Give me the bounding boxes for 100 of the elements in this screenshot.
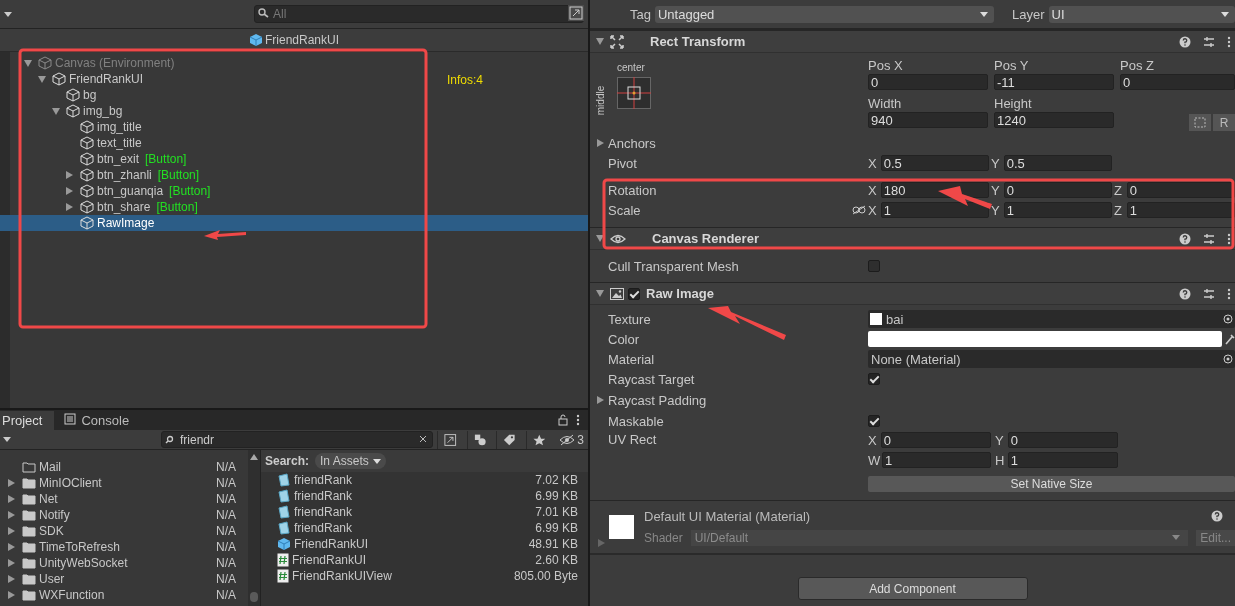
checkbox[interactable] [868, 373, 880, 385]
selected-tree-row[interactable]: RawImage [0, 215, 588, 231]
expand-arrow-icon[interactable] [7, 591, 15, 599]
tree-row[interactable]: text_title [0, 135, 146, 151]
number-field[interactable]: 1 [880, 202, 989, 218]
asset-row[interactable]: FriendRankUI 2.60 KB [261, 552, 588, 568]
number-field[interactable]: 1 [1003, 202, 1112, 218]
tree-row[interactable]: img_bg [0, 103, 127, 119]
expand-arrow-icon[interactable] [7, 543, 15, 551]
preset-sliders-icon[interactable] [1203, 232, 1215, 245]
more-icon[interactable] [576, 414, 580, 426]
folder-row[interactable]: UnityWebSocket N/A [0, 555, 248, 571]
search-scope-dropdown[interactable]: In Assets [315, 453, 386, 469]
expand-arrow-icon[interactable] [7, 527, 15, 535]
hidden-packages-button[interactable]: 3 [555, 432, 588, 447]
number-field[interactable]: 940 [868, 112, 988, 128]
folder-row[interactable]: TimeToRefresh N/A [0, 539, 248, 555]
number-field[interactable]: 0.5 [1003, 155, 1112, 171]
expand-arrow-icon[interactable] [52, 107, 60, 115]
asset-row[interactable]: friendRank 7.01 KB [261, 504, 588, 520]
checkbox[interactable] [868, 260, 880, 272]
expand-arrow-icon[interactable] [38, 75, 46, 83]
dropdown-caret-icon[interactable] [4, 11, 12, 17]
raw-edit-button[interactable]: R [1213, 114, 1235, 131]
enable-checkbox[interactable] [628, 287, 640, 300]
expand-arrow-icon[interactable] [66, 187, 73, 195]
help-icon[interactable] [1179, 35, 1191, 48]
component-header[interactable]: Raw Image [590, 282, 1235, 305]
number-field[interactable]: 0.5 [880, 155, 989, 171]
expand-arrow-icon[interactable] [7, 511, 15, 519]
expand-arrow-icon[interactable] [7, 575, 15, 583]
more-icon[interactable] [1227, 35, 1231, 48]
number-field[interactable]: 1 [1007, 452, 1118, 468]
number-field[interactable]: 1 [1126, 202, 1235, 218]
tree-row[interactable]: FriendRankUI [0, 71, 148, 87]
help-icon[interactable] [1211, 510, 1223, 522]
foldout-arrow-icon[interactable] [597, 396, 604, 404]
more-icon[interactable] [1227, 287, 1231, 300]
set-native-size-button[interactable]: Set Native Size [868, 476, 1235, 492]
property-label: Color [607, 331, 641, 347]
number-field[interactable]: 0 [1003, 182, 1112, 198]
search-field[interactable]: friendr [161, 431, 434, 448]
expand-arrow-icon[interactable] [66, 171, 73, 179]
object-picker-icon[interactable] [1221, 314, 1235, 324]
lock-icon[interactable] [558, 414, 568, 426]
axis-label: Z [1114, 202, 1123, 218]
more-icon[interactable] [1227, 232, 1231, 245]
help-icon[interactable] [1179, 232, 1191, 245]
component-header[interactable]: Rect Transform [590, 30, 1235, 53]
panel-tab[interactable]: Project [0, 411, 55, 430]
tree-row[interactable]: bg [0, 87, 101, 103]
expand-arrow-icon[interactable] [24, 59, 32, 67]
folder-row[interactable]: SDK N/A [0, 523, 248, 539]
asset-row[interactable]: friendRank 6.99 KB [261, 488, 588, 504]
folder-row[interactable]: MinIOClient N/A [0, 475, 248, 491]
number-field[interactable]: 1 [882, 452, 991, 468]
preset-sliders-icon[interactable] [1203, 35, 1215, 48]
object-picker-icon[interactable] [1221, 354, 1235, 364]
foldout-arrow-icon[interactable] [597, 139, 604, 147]
number-field[interactable]: 1240 [994, 112, 1114, 128]
tree-row[interactable]: btn_zhanli [Button] [0, 167, 204, 183]
anchor-preset-icon[interactable] [617, 77, 651, 109]
expand-arrow-icon[interactable] [7, 559, 15, 567]
dropdown-caret-icon[interactable] [3, 437, 11, 442]
expand-arrow-icon[interactable] [7, 479, 15, 487]
expand-arrow-icon[interactable] [7, 495, 15, 503]
number-field[interactable]: 0 [1126, 182, 1235, 198]
tree-row[interactable]: btn_guanqia [Button] [0, 183, 215, 199]
object-field[interactable]: bai [868, 310, 1235, 328]
help-icon[interactable] [1179, 287, 1191, 300]
asset-row[interactable]: FriendRankUI 48.91 KB [261, 536, 588, 552]
panel-tab[interactable]: Console [54, 411, 142, 430]
checkbox[interactable] [868, 415, 880, 427]
folder-row[interactable]: User N/A [0, 571, 248, 587]
number-field[interactable]: 0 [1120, 74, 1235, 90]
scrollbar-thumb[interactable] [250, 592, 258, 602]
asset-row[interactable]: FriendRankUIView 805.00 Byte [261, 568, 588, 584]
number-field[interactable]: 0 [880, 432, 991, 448]
clear-icon[interactable] [419, 435, 428, 443]
asset-row[interactable]: friendRank 7.02 KB [261, 472, 588, 488]
folder-row[interactable]: Net N/A [0, 491, 248, 507]
eyedropper-icon[interactable] [1225, 333, 1235, 345]
folder-row[interactable]: WXFunction N/A [0, 587, 248, 603]
color-swatch[interactable] [868, 331, 1222, 347]
asset-row[interactable]: friendRank 6.99 KB [261, 520, 588, 536]
scrollbar[interactable] [248, 450, 260, 606]
add-component-button[interactable]: Add Component [797, 577, 1028, 600]
tag-dropdown[interactable]: Untagged [654, 5, 994, 23]
object-field[interactable]: None (Material) [868, 350, 1235, 368]
number-field[interactable]: -11 [994, 74, 1114, 90]
folder-row[interactable]: Notify N/A [0, 507, 248, 523]
tree-row[interactable]: img_title [0, 119, 146, 135]
folder-row[interactable]: Mail N/A [0, 459, 248, 475]
layer-dropdown[interactable]: UI [1048, 5, 1235, 23]
number-field[interactable]: 0 [868, 74, 988, 90]
number-field[interactable]: 0 [1007, 432, 1118, 448]
tree-row[interactable]: btn_exit [Button] [0, 151, 191, 167]
search-field[interactable]: All [254, 5, 584, 23]
preset-sliders-icon[interactable] [1203, 287, 1215, 300]
unlinked-chain-icon[interactable] [852, 205, 866, 215]
